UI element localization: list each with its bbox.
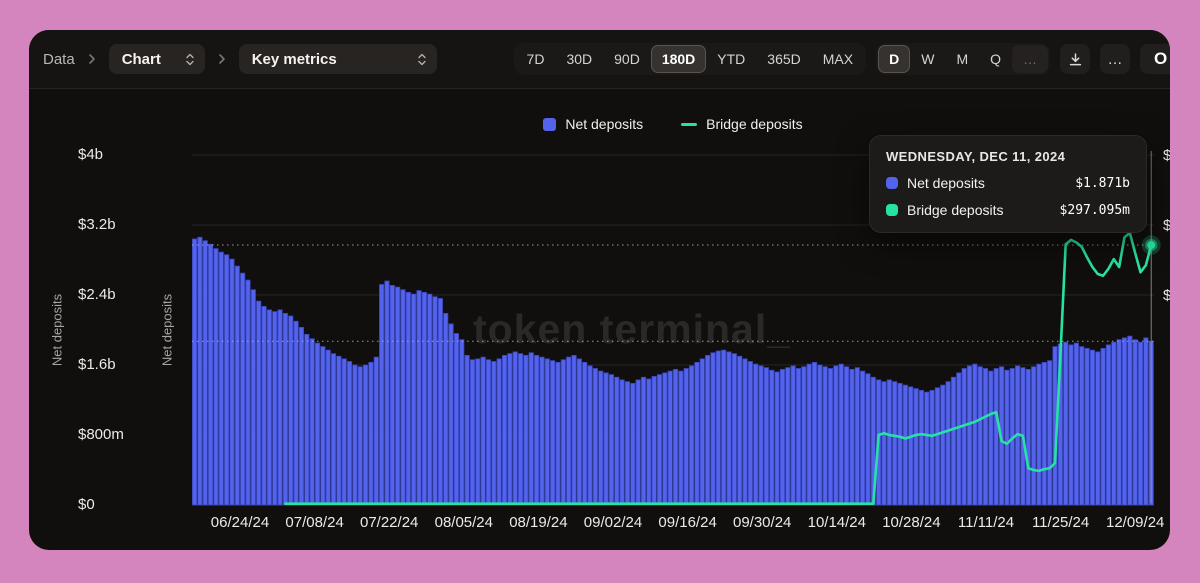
range-ytd[interactable]: YTD	[706, 45, 756, 73]
tooltip-bridge-value: $297.095m	[1060, 203, 1130, 218]
y-axis-title-outer: Net deposits	[50, 294, 65, 366]
range-30d[interactable]: 30D	[555, 45, 603, 73]
y-axis-tick-label: $1.6b	[78, 356, 116, 373]
y-axis-title-inner: Net deposits	[160, 294, 175, 366]
range-max[interactable]: MAX	[812, 45, 864, 73]
toolbar-right: 7D30D90D180DYTD365DMAX DWMQ… … O	[514, 43, 1156, 75]
updown-chevron-icon	[185, 52, 195, 67]
range-group: 7D30D90D180DYTD365DMAX	[514, 43, 867, 75]
chart-type-select[interactable]: Chart	[109, 44, 205, 74]
interval-M[interactable]: M	[945, 45, 979, 73]
net-deposits-swatch-icon	[543, 118, 556, 131]
y-axis-tick-label: $3.2b	[78, 216, 116, 233]
y-axis-tick-label: $2.4b	[78, 286, 116, 303]
x-axis-tick-label: 09/16/24	[658, 514, 716, 531]
legend-item-net-deposits[interactable]: Net deposits	[543, 116, 643, 132]
chart-type-select-value: Chart	[122, 51, 161, 68]
interval-…[interactable]: …	[1012, 45, 1048, 73]
x-axis-tick-label: 12/09/24	[1106, 514, 1164, 531]
legend-bridge-label: Bridge deposits	[706, 116, 803, 132]
range-90d[interactable]: 90D	[603, 45, 651, 73]
desktop-background: Data Chart Key metrics	[0, 0, 1200, 583]
hover-tooltip: WEDNESDAY, DEC 11, 2024 Net deposits $1.…	[869, 135, 1147, 233]
x-axis-tick-label: 11/25/24	[1032, 514, 1089, 531]
download-icon	[1068, 52, 1083, 67]
net-deposits-swatch-icon	[886, 177, 898, 189]
x-axis-tick-label: 08/19/24	[509, 514, 567, 531]
y-axis-tick-label: $4b	[78, 146, 103, 163]
range-365d[interactable]: 365D	[756, 45, 811, 73]
hover-dot	[1147, 241, 1155, 249]
clipped-edge-button[interactable]: O	[1140, 44, 1170, 74]
token-terminal-chart-card: Data Chart Key metrics	[29, 30, 1170, 550]
bridge-deposits-line-icon	[681, 123, 697, 126]
tooltip-row-net: Net deposits $1.871b	[886, 175, 1130, 191]
x-axis-tick-label: 09/02/24	[584, 514, 642, 531]
tooltip-bridge-label: Bridge deposits	[907, 202, 1004, 218]
download-button[interactable]	[1060, 44, 1090, 74]
breadcrumb-data[interactable]: Data	[43, 51, 75, 68]
interval-group: DWMQ…	[876, 43, 1050, 75]
chevron-right-icon	[217, 53, 227, 65]
x-axis-tick-label: 11/11/24	[958, 514, 1014, 531]
net-deposits-bars	[192, 237, 1153, 505]
x-axis-tick-label: 07/08/24	[285, 514, 343, 531]
right-axis-clipped-tick-label: $	[1163, 217, 1170, 234]
tooltip-net-label: Net deposits	[907, 175, 985, 191]
tooltip-date: WEDNESDAY, DEC 11, 2024	[886, 149, 1130, 164]
x-axis-tick-label: 08/05/24	[435, 514, 493, 531]
breadcrumb: Data Chart Key metrics	[43, 44, 437, 74]
right-axis-clipped-tick-label: $	[1163, 287, 1170, 304]
x-axis-tick-label: 10/14/24	[808, 514, 866, 531]
updown-chevron-icon	[417, 52, 427, 67]
y-axis-tick-label: $800m	[78, 426, 124, 443]
chart-legend: Net deposits Bridge deposits	[192, 116, 1154, 132]
right-axis-clipped-tick-label: $	[1163, 147, 1170, 164]
legend-item-bridge-deposits[interactable]: Bridge deposits	[681, 116, 803, 132]
interval-Q[interactable]: Q	[979, 45, 1012, 73]
interval-D[interactable]: D	[878, 45, 910, 73]
x-axis-tick-label: 06/24/24	[211, 514, 269, 531]
range-7d[interactable]: 7D	[516, 45, 556, 73]
chevron-right-icon	[87, 53, 97, 65]
legend-net-label: Net deposits	[565, 116, 643, 132]
more-options-button[interactable]: …	[1100, 44, 1130, 74]
metric-select-value: Key metrics	[252, 51, 337, 68]
y-axis-tick-label: $0	[78, 496, 95, 513]
metric-select[interactable]: Key metrics	[239, 44, 437, 74]
x-axis-tick-label: 09/30/24	[733, 514, 791, 531]
tooltip-row-bridge: Bridge deposits $297.095m	[886, 202, 1130, 218]
bridge-deposits-swatch-icon	[886, 204, 898, 216]
x-axis-tick-label: 07/22/24	[360, 514, 418, 531]
tooltip-net-value: $1.871b	[1075, 176, 1130, 191]
interval-W[interactable]: W	[910, 45, 945, 73]
range-180d[interactable]: 180D	[651, 45, 706, 73]
toolbar: Data Chart Key metrics	[29, 30, 1170, 89]
x-axis-tick-label: 10/28/24	[882, 514, 940, 531]
